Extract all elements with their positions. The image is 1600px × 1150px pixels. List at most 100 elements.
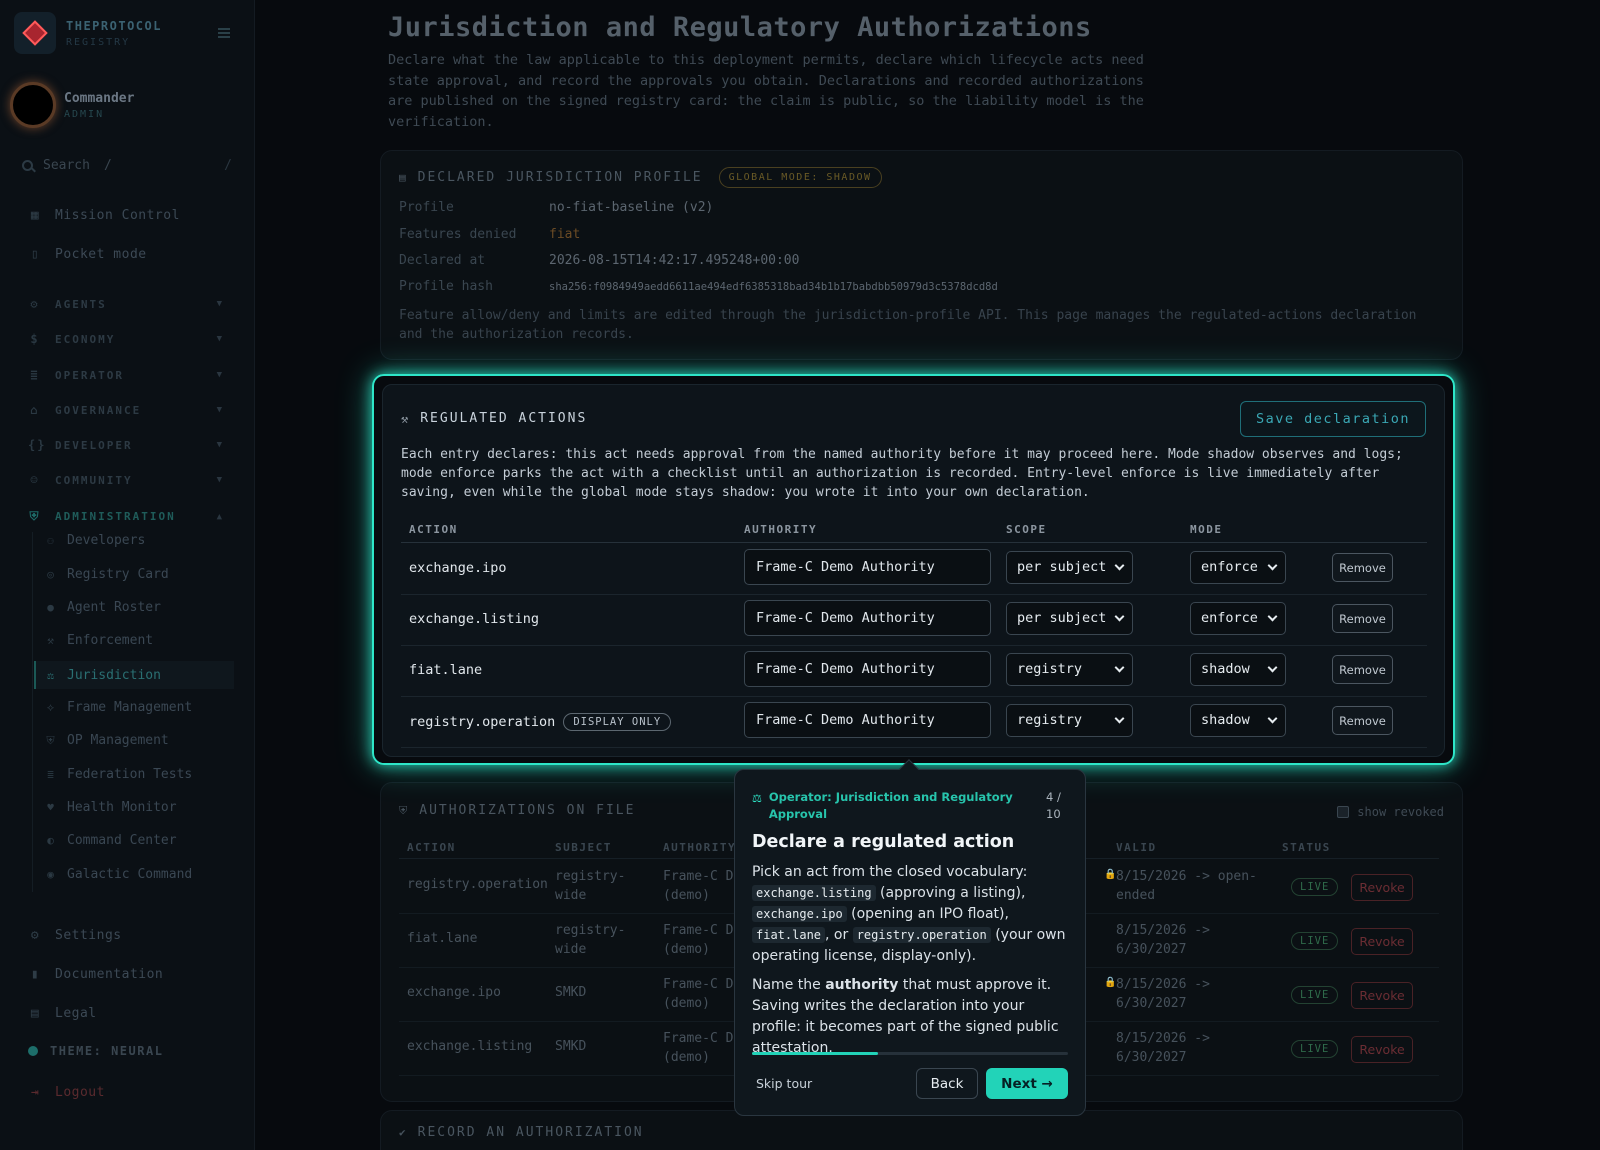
authority-input[interactable]: Frame-C Demo Authority [744,702,991,738]
sidebar-section-agents[interactable]: ⚙ AGENTS ▼ [28,297,224,311]
sidebar-item-label: Federation Tests [67,767,193,782]
status-badge: LIVE [1291,986,1339,1004]
profile-value: sha256:f0984949aedd6611ae494edf6385318ba… [549,281,998,293]
tour-text: Name the [752,977,826,993]
mode-select[interactable]: shadow [1190,653,1286,686]
tour-popover: ⚖ Operator: Jurisdiction and Regulatory … [734,759,1086,1116]
sidebar-section-community[interactable]: ☺ COMMUNITY ▼ [28,473,224,487]
mode-select[interactable]: enforce [1190,551,1286,584]
sidebar-section-governance[interactable]: ⌂ GOVERNANCE ▼ [28,403,224,417]
show-revoked-checkbox[interactable] [1337,806,1350,818]
chevron-down-icon: ▼ [216,475,224,485]
tour-paragraph: Name the authority that must approve it.… [752,975,1074,1059]
logo [14,12,56,54]
sidebar-item-label: Developers [67,533,146,548]
sidebar-item-jurisdiction[interactable]: ⚖ Jurisdiction [34,661,234,689]
column-header-authority: AUTHORITY [663,841,737,854]
action-name: registry.operation DISPLAY ONLY [409,713,672,731]
authority-input[interactable]: Frame-C Demo Authority [744,600,991,636]
target-icon: ◉ [47,868,54,881]
revoke-button[interactable]: Revoke [1351,1036,1413,1063]
search-shortcut-end: / [224,157,232,173]
sidebar-item-registry-card[interactable]: ◎ Registry Card [44,567,169,582]
status-badge: LIVE [1291,878,1339,896]
sidebar-item-galactic-command[interactable]: ◉ Galactic Command [44,867,192,882]
table-row: exchange.listing Frame-C Demo Authority … [401,594,1427,646]
action-label: exchange.ipo [409,560,507,576]
regulated-heading-text: REGULATED ACTIONS [420,411,588,426]
sidebar-item-label: Mission Control [55,208,180,223]
profile-heading: ▤ DECLARED JURISDICTION PROFILE GLOBAL M… [399,167,882,188]
sidebar-search[interactable]: Search / / [22,152,232,178]
scope-select[interactable]: per subject [1006,602,1133,635]
phone-icon: ▯ [30,246,40,262]
scope-select[interactable]: registry [1006,653,1133,686]
sidebar-item-legal[interactable]: ▤ Legal [28,1006,97,1021]
sidebar-item-op-management[interactable]: ⛨ OP Management [44,733,169,748]
sidebar-item-frame-management[interactable]: ⟡ Frame Management [44,700,192,715]
mode-select[interactable]: shadow [1190,704,1286,737]
revoke-button[interactable]: Revoke [1351,928,1413,955]
sidebar-item-health-monitor[interactable]: ♥ Health Monitor [44,800,176,815]
save-declaration-button[interactable]: Save declaration [1239,401,1426,437]
user-profile[interactable]: Commander ADMIN [10,82,134,128]
show-revoked-toggle[interactable]: show revoked [1337,805,1444,819]
sidebar-item-federation-tests[interactable]: ≣ Federation Tests [44,767,192,782]
chevron-down-icon [1267,662,1278,673]
authority-input[interactable]: Frame-C Demo Authority [744,651,991,687]
logout-button[interactable]: ⇥ Logout [28,1085,105,1100]
back-button[interactable]: Back [916,1068,978,1099]
collapse-sidebar-icon[interactable] [218,28,230,38]
remove-button[interactable]: Remove [1332,604,1393,633]
revoke-button[interactable]: Revoke [1351,982,1413,1009]
table-row: registry.operation DISPLAY ONLY Frame-C D… [401,696,1427,748]
scope-select[interactable]: registry [1006,704,1133,737]
revoke-button[interactable]: Revoke [1351,874,1413,901]
robot-icon: ⚙ [30,297,40,311]
column-header-subject: SUBJECT [555,841,612,854]
authority-input[interactable]: Frame-C Demo Authority [744,549,991,585]
sidebar-item-label: Enforcement [67,633,154,648]
code-snippet: fiat.lane [752,927,826,943]
bank-icon: ⌂ [30,403,40,417]
sidebar-item-developers[interactable]: ⚇ Developers [44,533,145,548]
sidebar-item-command-center[interactable]: ◐ Command Center [44,833,176,848]
sidebar-item-settings[interactable]: ⚙ Settings [28,928,122,943]
theme-label: THEME: NEURAL [50,1044,164,1058]
sidebar-item-label: OP Management [67,733,169,748]
sidebar-section-developer[interactable]: {} DEVELOPER ▼ [28,438,224,452]
record-authorization-card: ✔ RECORD AN AUTHORIZATION [380,1110,1463,1150]
theme-dot-icon [28,1046,38,1056]
theme-toggle[interactable]: THEME: NEURAL [28,1044,163,1058]
sidebar-section-economy[interactable]: $ ECONOMY ▼ [28,332,224,346]
sidebar-item-documentation[interactable]: ▮ Documentation [28,967,163,982]
remove-button[interactable]: Remove [1332,553,1393,582]
skip-tour-button[interactable]: Skip tour [756,1076,812,1091]
scope-value: per subject [1017,610,1107,626]
scope-select[interactable]: per subject [1006,551,1133,584]
diamond-logo-icon [22,20,48,46]
logout-label: Logout [55,1085,105,1100]
sidebar-item-pocket-mode[interactable]: ▯ Pocket mode [28,247,147,262]
remove-button[interactable]: Remove [1332,655,1393,684]
profile-key: Declared at [399,253,486,268]
sidebar-item-mission-control[interactable]: ▦ Mission Control [28,208,180,223]
remove-button[interactable]: Remove [1332,706,1393,735]
section-label: COMMUNITY [55,473,133,487]
sidebar-section-administration[interactable]: ⛨ ADMINISTRATION ▲ [28,509,224,524]
sidebar-item-agent-roster[interactable]: ● Agent Roster [44,600,161,615]
auth-authority: Frame-C De (demo) [663,1031,741,1065]
profile-key: Profile [399,200,454,215]
mode-select[interactable]: enforce [1190,602,1286,635]
table-row: fiat.lane Frame-C Demo Authority registr… [401,645,1427,697]
profile-value: fiat [549,227,581,242]
book-icon: ▮ [30,966,40,982]
chevron-down-icon [1267,611,1278,622]
scope-value: registry [1017,661,1083,677]
sidebar-item-enforcement[interactable]: ⚒ Enforcement [44,633,153,648]
sidebar-section-operator[interactable]: ≣ OPERATOR ▼ [28,368,224,382]
next-button[interactable]: Next → [986,1068,1068,1099]
grid-icon: ▦ [30,207,40,223]
tour-context-label: Operator: Jurisdiction and Regulatory Ap… [768,790,1013,821]
brand[interactable]: THEPROTOCOL REGISTRY [14,12,162,54]
